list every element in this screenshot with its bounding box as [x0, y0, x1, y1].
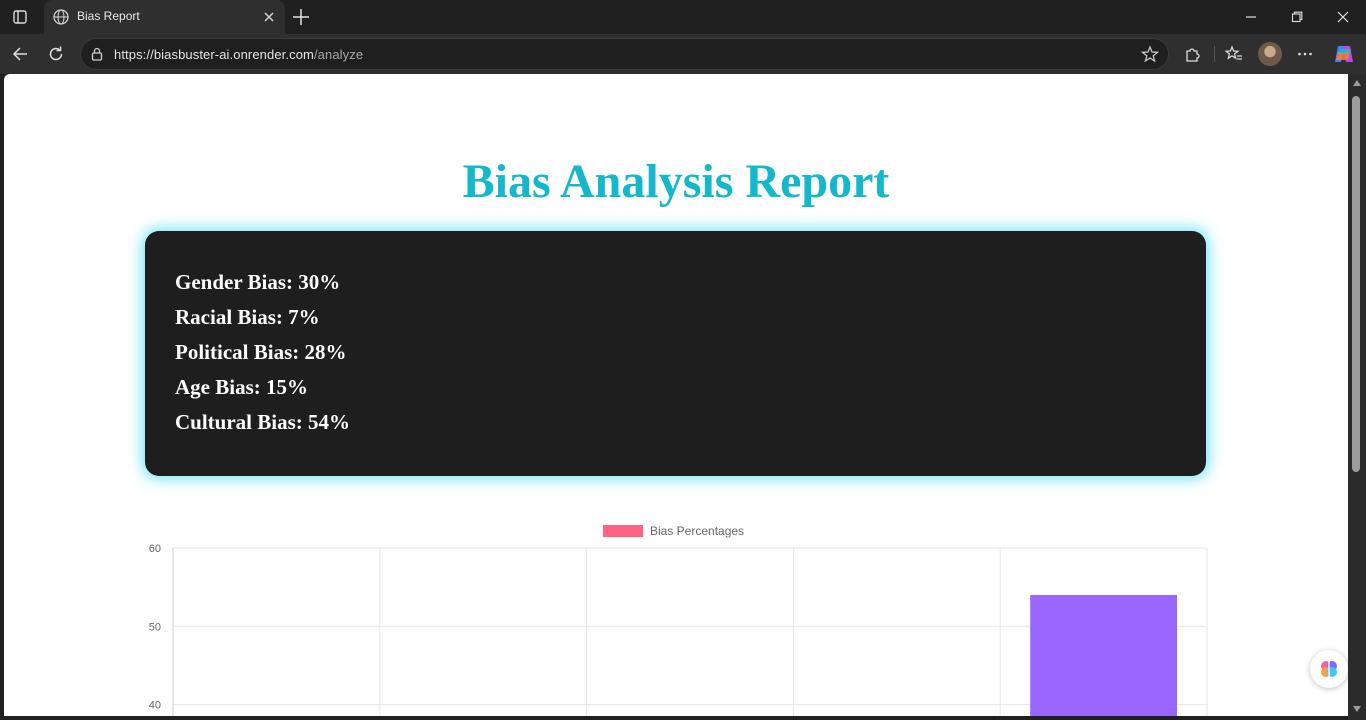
active-tab[interactable]: Bias Report: [44, 0, 285, 34]
y-tick-label: 40: [149, 700, 161, 712]
political-bias-line: Political Bias: 28%: [175, 340, 347, 364]
y-tick-label: 60: [149, 543, 161, 555]
gender-bias-line: Gender Bias: 30%: [175, 270, 341, 294]
more-options-icon[interactable]: [1294, 43, 1316, 65]
toolbar-separator: [1214, 46, 1215, 62]
bias-chart-svg: Bias Percentages 60 50 40: [149, 524, 1208, 716]
racial-bias-line: Racial Bias: 7%: [175, 305, 320, 329]
address-bar[interactable]: https://biasbuster-ai.onrender.com/analy…: [80, 38, 1169, 70]
legend-label: Bias Percentages: [650, 524, 744, 538]
refresh-icon[interactable]: [44, 42, 68, 66]
profile-avatar[interactable]: [1258, 42, 1282, 66]
favorite-star-icon[interactable]: [1140, 45, 1160, 63]
extensions-icon[interactable]: [1182, 43, 1204, 65]
url-host: https://biasbuster-ai.onrender.com: [114, 47, 314, 62]
new-tab-icon[interactable]: [290, 6, 312, 28]
scroll-up-icon[interactable]: [1353, 80, 1361, 86]
bias-summary-card: Gender Bias: 30% Racial Bias: 7% Politic…: [145, 231, 1206, 476]
page-scrollbar[interactable]: [1348, 74, 1366, 720]
bias-bar-chart: Bias Percentages 60 50 40: [4, 514, 1348, 716]
site-info-icon[interactable]: [90, 47, 104, 61]
bar-cultural: [1030, 594, 1178, 716]
url-path: /analyze: [313, 47, 364, 62]
y-tick-label: 50: [149, 621, 161, 633]
url-text: https://biasbuster-ai.onrender.com/analy…: [114, 47, 363, 62]
cultural-bias-line: Cultural Bias: 54%: [175, 410, 351, 434]
minimize-icon[interactable]: [1228, 0, 1274, 34]
favorites-icon[interactable]: [1223, 43, 1245, 65]
scroll-thumb[interactable]: [1352, 96, 1360, 472]
tab-actions-icon[interactable]: [8, 6, 32, 28]
brain-icon: [1321, 661, 1337, 677]
back-icon[interactable]: [8, 42, 32, 66]
age-bias-line: Age Bias: 15%: [175, 375, 308, 399]
tab-strip: Bias Report: [0, 0, 1366, 34]
globe-icon: [52, 8, 70, 26]
copilot-icon[interactable]: [1332, 42, 1356, 66]
page-title: Bias Analysis Report: [462, 155, 890, 208]
restore-icon[interactable]: [1274, 0, 1320, 34]
page-viewport: Bias Analysis Report Gender Bias: 30% Ra…: [4, 74, 1348, 716]
legend-swatch: [603, 525, 643, 537]
tab-title: Bias Report: [77, 9, 140, 23]
floating-assistant-button[interactable]: [1310, 650, 1348, 688]
browser-toolbar: https://biasbuster-ai.onrender.com/analy…: [0, 34, 1366, 74]
close-tab-icon[interactable]: [260, 8, 278, 26]
close-window-icon[interactable]: [1320, 0, 1366, 34]
scroll-down-icon[interactable]: [1353, 706, 1361, 712]
